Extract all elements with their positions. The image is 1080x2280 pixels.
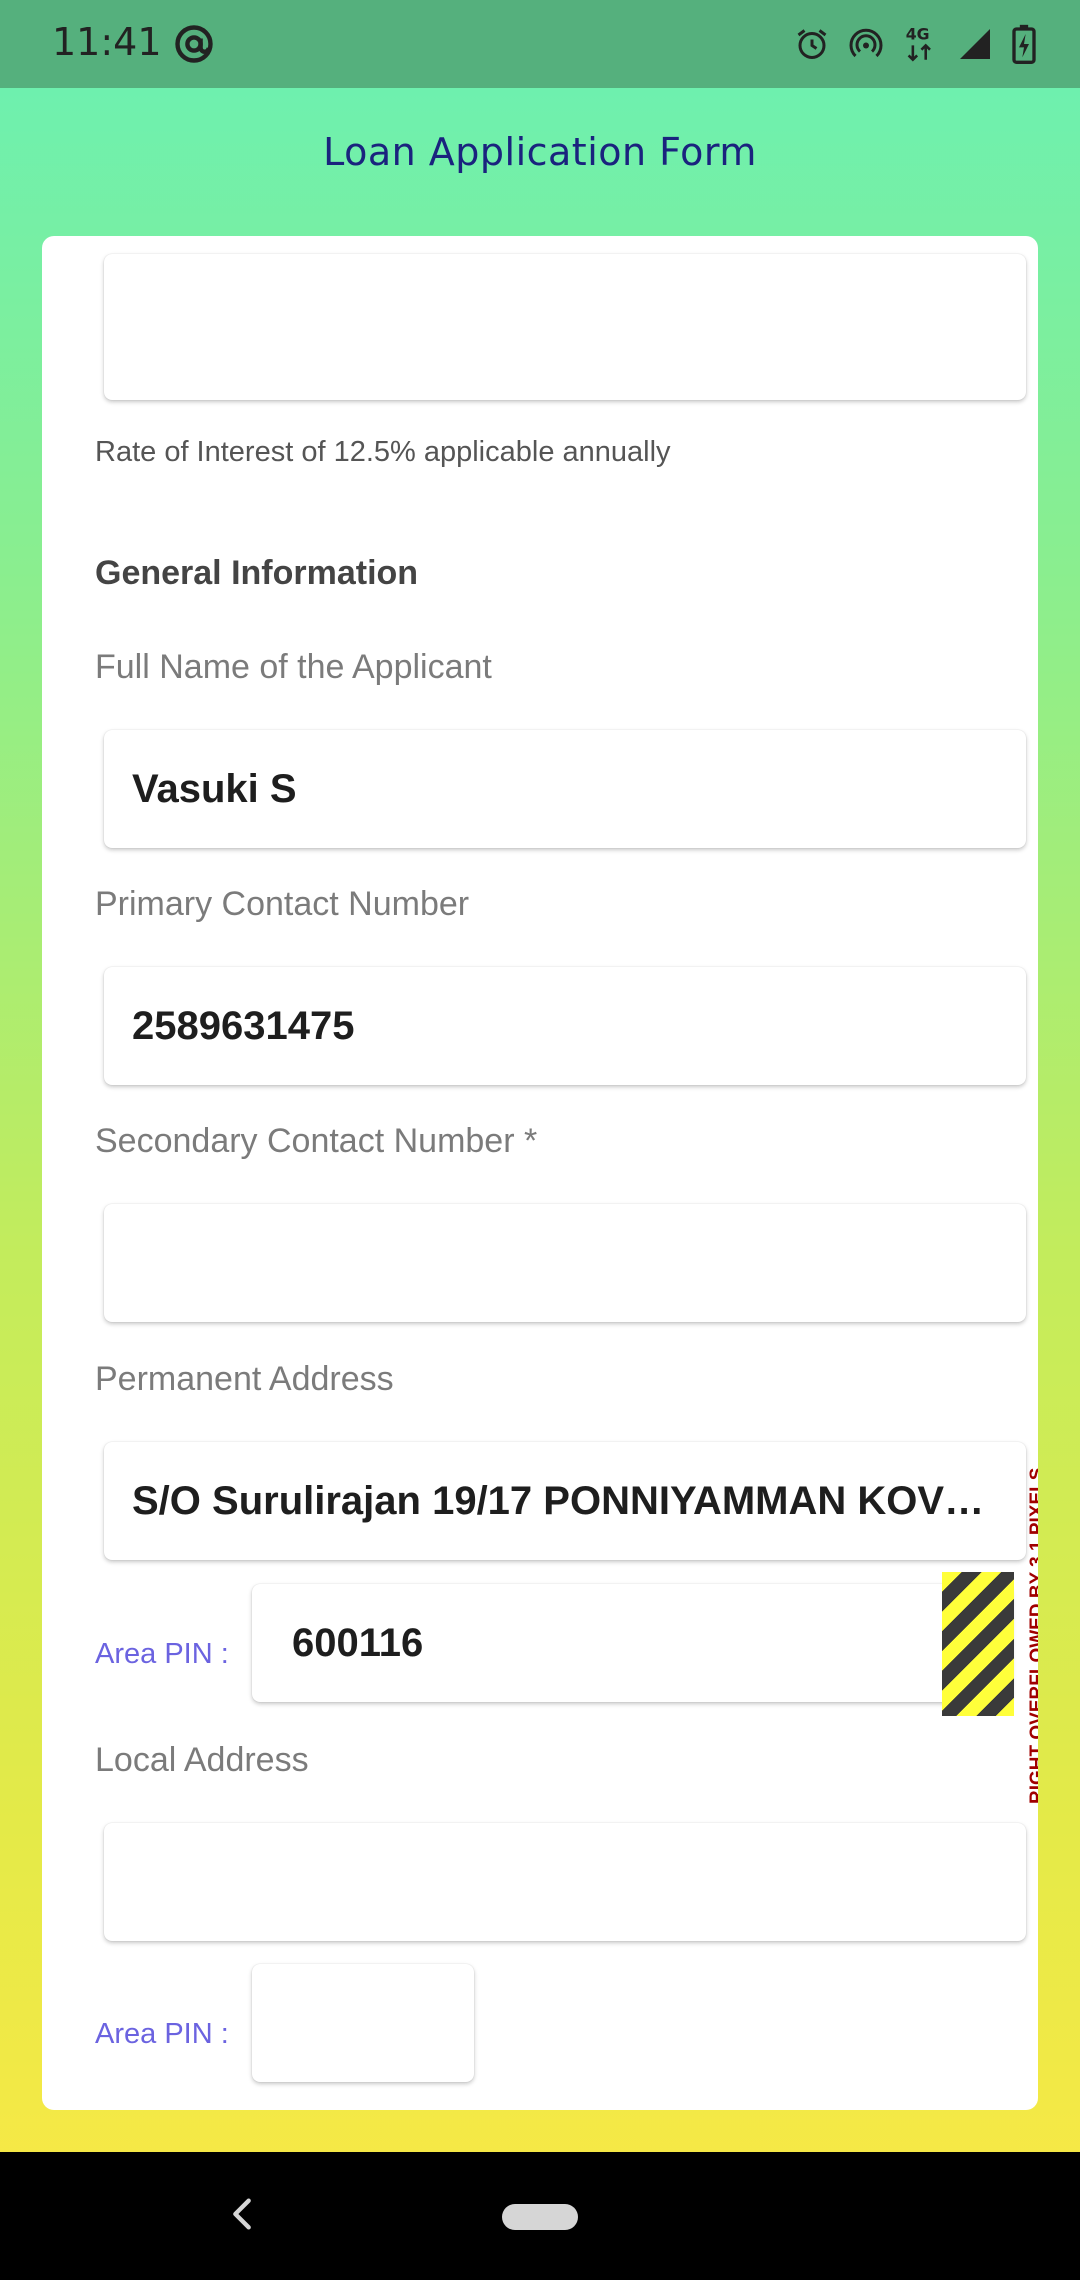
page-title: Loan Application Form [323,130,757,174]
primary-contact-label: Primary Contact Number [95,885,470,923]
home-pill-icon[interactable] [502,2204,578,2230]
status-bar: 11:41 4G [0,0,1080,88]
permanent-pin-label: Area PIN : [95,1638,229,1670]
permanent-address-label: Permanent Address [95,1360,394,1398]
at-sign-icon [175,25,213,63]
navigation-bar [0,2152,1080,2280]
general-information-heading: General Information [95,554,419,592]
overflow-warning-text: RIGHT OVERFLOWED BY 3.1 PIXELS [1027,1467,1038,1804]
full-name-value: Vasuki S [132,767,297,811]
svg-text:4G: 4G [906,25,930,44]
loan-amount-field[interactable] [104,254,1026,400]
secondary-contact-field[interactable] [104,1204,1026,1322]
primary-contact-value: 2589631475 [132,1004,355,1048]
local-pin-label: Area PIN : [95,2018,229,2050]
full-name-label: Full Name of the Applicant [95,648,492,686]
network-4g-icon: 4G [906,25,931,62]
form-card: Rate of Interest of 12.5% applicable ann… [42,236,1038,2110]
permanent-address-field[interactable]: S/O Surulirajan 19/17 PONNIYAMMAN KOVIL … [104,1442,1026,1560]
status-time: 11:41 [52,20,162,64]
battery-charging-icon [1012,24,1036,64]
alarm-icon [797,29,827,59]
permanent-pin-field[interactable]: 600116 [252,1584,1012,1702]
permanent-pin-value: 600116 [292,1621,424,1665]
primary-contact-field[interactable]: 2589631475 [104,967,1026,1085]
local-address-label: Local Address [95,1741,309,1779]
signal-icon [960,29,990,59]
secondary-contact-label: Secondary Contact Number * [95,1122,538,1160]
interest-rate-note: Rate of Interest of 12.5% applicable ann… [95,436,671,468]
full-name-field[interactable]: Vasuki S [104,730,1026,848]
hotspot-icon [849,28,883,58]
overflow-warning-stripes [942,1572,1014,1716]
local-address-field[interactable] [104,1823,1026,1941]
local-pin-field[interactable] [252,1964,474,2082]
permanent-address-value: S/O Surulirajan 19/17 PONNIYAMMAN KOVIL … [132,1479,992,1523]
back-icon[interactable] [222,2194,262,2234]
